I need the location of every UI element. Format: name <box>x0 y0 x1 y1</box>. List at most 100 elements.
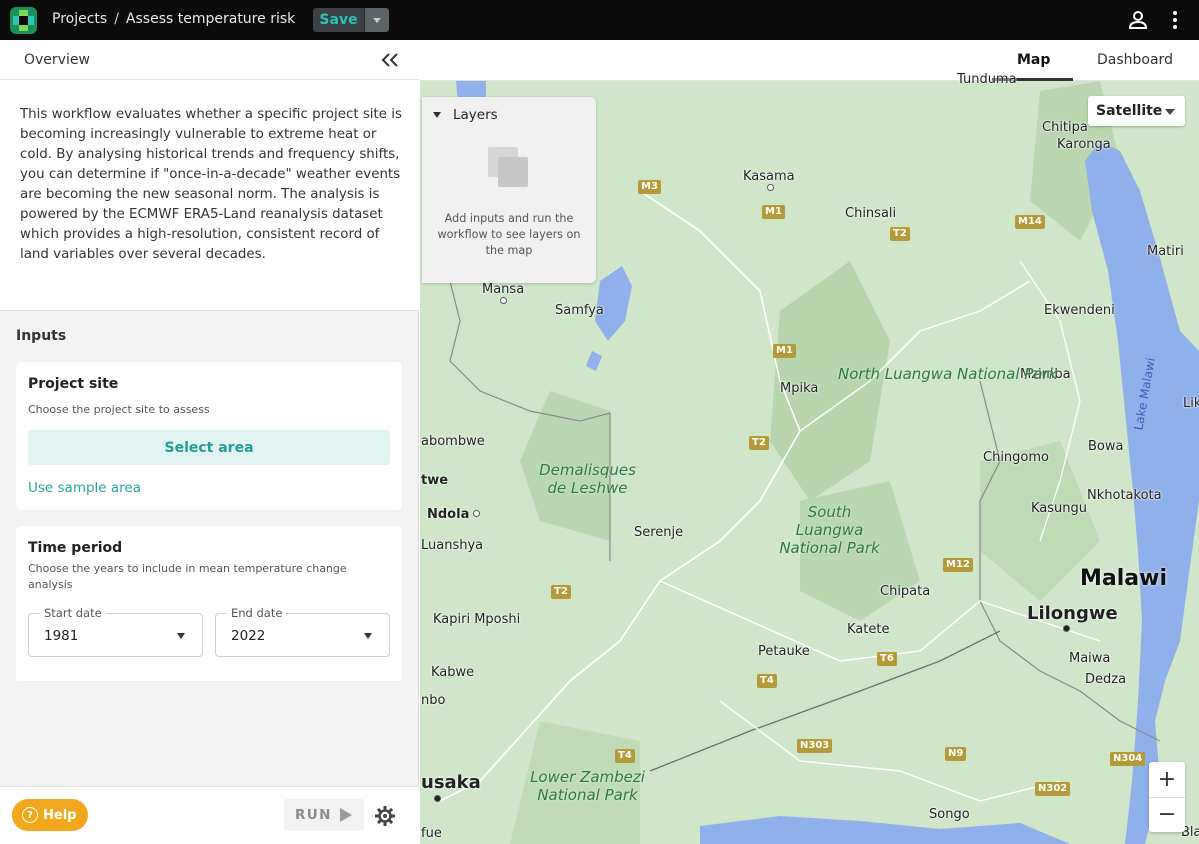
user-icon[interactable] <box>1128 10 1148 30</box>
breadcrumb: Projects / Assess temperature risk <box>52 11 295 27</box>
end-date-value: 2022 <box>231 628 266 644</box>
help-icon: ? <box>22 807 38 823</box>
place-label: Bowa <box>1088 439 1124 454</box>
overview-header: Overview <box>0 40 419 80</box>
run-label: RUN <box>295 807 332 823</box>
layers-empty-message: Add inputs and run the workflow to see l… <box>437 212 581 257</box>
kebab-menu-icon[interactable] <box>1166 10 1184 30</box>
select-area-button[interactable]: Select area <box>28 430 390 465</box>
city-marker <box>500 297 507 304</box>
save-button-group: Save <box>313 8 389 32</box>
overview-title: Overview <box>24 52 90 68</box>
time-period-title: Time period <box>28 540 123 556</box>
place-label: Kasama <box>743 169 795 184</box>
park-label-demalisques: Demalisques de Leshwe <box>539 461 636 497</box>
place-label: Ndola <box>427 507 470 522</box>
place-label: Kabwe <box>431 665 475 680</box>
start-date-value: 1981 <box>44 628 79 644</box>
project-site-title: Project site <box>28 376 119 392</box>
project-site-card: Project site Choose the project site to … <box>16 362 402 510</box>
project-site-subtitle: Choose the project site to assess <box>28 403 210 416</box>
place-label: Chinsali <box>845 206 897 221</box>
zoom-controls: + − <box>1149 762 1185 832</box>
place-label: Dedza <box>1085 672 1127 687</box>
road-shield: T6 <box>877 652 897 666</box>
start-date-label: Start date <box>40 606 106 620</box>
end-date-select[interactable]: End date 2022 <box>215 606 390 657</box>
place-label: usaka <box>421 772 481 793</box>
capital-marker <box>1063 625 1070 632</box>
place-label: Nkhotakota <box>1087 488 1162 503</box>
road-shield: M1 <box>773 344 796 358</box>
tab-dashboard[interactable]: Dashboard <box>1097 52 1173 68</box>
zoom-in-button[interactable]: + <box>1149 762 1185 797</box>
chevron-down-icon <box>1165 109 1175 115</box>
chevron-down-icon <box>373 17 381 23</box>
place-label: Mpika <box>780 381 819 396</box>
help-label: Help <box>43 807 77 823</box>
park-label-lower-zambezi: Lower Zambezi National Park <box>530 768 645 804</box>
place-label: Chipata <box>880 584 931 599</box>
run-button[interactable]: RUN <box>284 799 364 831</box>
layers-panel: Layers Add inputs and run the workflow t… <box>422 97 596 283</box>
road-shield: T4 <box>757 674 777 688</box>
tab-map[interactable]: Map <box>1017 52 1050 68</box>
place-label: Mansa <box>482 282 525 297</box>
place-label: Luanshya <box>421 538 484 553</box>
workflow-description: This workflow evaluates whether a specif… <box>0 80 419 311</box>
chevron-down-icon <box>177 633 185 639</box>
city-marker <box>767 184 774 191</box>
save-dropdown-button[interactable] <box>364 8 389 32</box>
road-shield: M12 <box>943 558 973 572</box>
place-label: Karonga <box>1057 137 1111 152</box>
breadcrumb-separator: / <box>114 11 119 27</box>
place-label: Matiri <box>1147 244 1184 259</box>
collapse-panel-icon[interactable] <box>380 51 400 69</box>
road-shield: N302 <box>1035 782 1071 796</box>
top-bar: Projects / Assess temperature risk Save <box>0 0 1199 40</box>
place-label: nbo <box>421 693 446 708</box>
road-shield: M14 <box>1015 215 1045 229</box>
place-label: Ekwendeni <box>1044 303 1115 318</box>
park-label-north-luangwa: North Luangwa National Park <box>838 365 1058 383</box>
end-date-label: End date <box>227 606 287 620</box>
sidebar-footer: ? Help RUN <box>0 786 419 844</box>
place-label: twe <box>421 473 449 488</box>
chevron-down-icon <box>364 633 372 639</box>
description-text: This workflow evaluates whether a specif… <box>20 107 402 262</box>
place-label: fue <box>421 826 442 841</box>
place-label: Kapiri Mposhi <box>433 612 521 627</box>
place-label: Chitipa <box>1042 120 1088 135</box>
road-shield: T2 <box>890 227 910 241</box>
start-date-select[interactable]: Start date 1981 <box>28 606 203 657</box>
save-button[interactable]: Save <box>313 8 364 32</box>
road-shield: M3 <box>638 180 661 194</box>
play-icon <box>339 808 352 822</box>
zoom-out-button[interactable]: − <box>1149 797 1185 832</box>
gear-icon[interactable] <box>375 806 395 826</box>
place-label: Maiwa <box>1069 651 1111 666</box>
use-sample-area-link[interactable]: Use sample area <box>28 480 141 496</box>
help-button[interactable]: ? Help <box>12 799 88 831</box>
place-label: Tunduma <box>957 72 1017 87</box>
layers-header[interactable]: Layers <box>433 107 498 123</box>
view-tabs: Map Dashboard <box>420 40 1199 81</box>
country-label-malawi: Malawi <box>1080 566 1167 591</box>
breadcrumb-projects[interactable]: Projects <box>52 11 107 27</box>
place-label: Serenje <box>634 525 684 540</box>
road-shield: T2 <box>551 585 571 599</box>
layers-title: Layers <box>453 107 498 123</box>
road-shield: N303 <box>797 739 833 753</box>
park-label-south-luangwa: South Luangwa National Park <box>779 503 880 557</box>
time-period-card: Time period Choose the years to include … <box>16 526 402 681</box>
road-shield: N304 <box>1110 752 1146 766</box>
app-logo-icon[interactable] <box>10 7 37 34</box>
place-label: Songo <box>929 807 970 822</box>
place-label: Kasungu <box>1031 501 1088 516</box>
layers-stack-icon <box>488 147 528 187</box>
basemap-select[interactable]: Satellite <box>1088 96 1185 126</box>
place-label: Lik <box>1183 396 1199 411</box>
road-shield: N9 <box>945 747 967 761</box>
place-label: Samfya <box>555 303 604 318</box>
road-shield: M1 <box>762 205 785 219</box>
